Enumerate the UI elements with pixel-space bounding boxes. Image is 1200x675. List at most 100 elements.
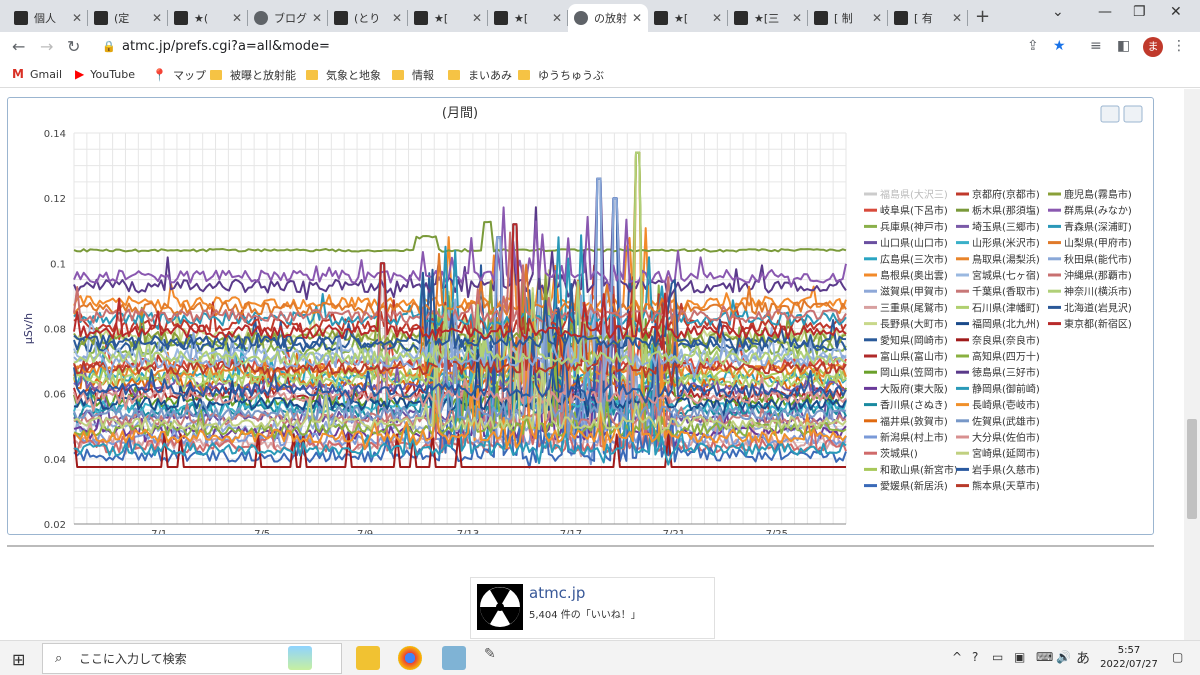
legend-entry[interactable]: 岐阜県(下呂市): [880, 204, 948, 217]
scrollbar-thumb[interactable]: [1187, 419, 1197, 519]
legend-entry[interactable]: 宮崎県(延岡市): [972, 447, 1040, 460]
legend-entry[interactable]: 福岡県(北九州): [972, 318, 1040, 331]
legend-entry[interactable]: 京都府(京都市): [972, 188, 1040, 201]
browser-tab[interactable]: 個人 ✕: [8, 4, 88, 32]
legend-entry[interactable]: 千葉県(香取市): [972, 285, 1040, 298]
bookmark-star-icon[interactable]: ★: [1053, 38, 1066, 54]
browser-tab[interactable]: (定 ✕: [88, 4, 168, 32]
keyboard-icon[interactable]: ⌨: [1036, 650, 1053, 664]
browser-tab[interactable]: ブログ ✕: [248, 4, 328, 32]
address-bar[interactable]: 🔒 atmc.jp/prefs.cgi?a=all&mode=: [92, 35, 1022, 59]
chrome-icon[interactable]: [398, 646, 422, 670]
legend-entry[interactable]: 長野県(大町市): [880, 318, 948, 331]
avatar[interactable]: ま: [1143, 37, 1163, 57]
legend-entry[interactable]: 高知県(四万十): [972, 350, 1040, 363]
legend-entry[interactable]: 岩手県(久慈市): [972, 463, 1040, 476]
legend-entry[interactable]: 島根県(奥出雲): [880, 269, 948, 282]
legend-entry[interactable]: 鹿児島(霧島市): [1064, 188, 1132, 201]
legend-entry[interactable]: 新潟県(村上市): [880, 431, 948, 444]
legend-entry[interactable]: 群馬県(みなか): [1064, 204, 1132, 217]
pen-icon[interactable]: ✎: [484, 646, 508, 670]
browser-tab[interactable]: (とり ✕: [328, 4, 408, 32]
share-icon[interactable]: ⇪: [1027, 38, 1039, 54]
ime-indicator[interactable]: あ: [1076, 648, 1090, 668]
legend-entry[interactable]: 秋田県(能代市): [1064, 253, 1132, 266]
browser-tab[interactable]: の放射 ✕: [568, 4, 648, 32]
bookmark-youtube[interactable]: ▶ YouTube: [75, 67, 135, 81]
reload-button[interactable]: ↻: [67, 37, 80, 56]
legend-entry[interactable]: 北海道(岩見沢): [1064, 301, 1132, 314]
page-scrollbar[interactable]: [1184, 89, 1200, 640]
network-icon[interactable]: ▣: [1014, 650, 1025, 664]
close-tab-icon[interactable]: ✕: [472, 11, 482, 25]
legend-entry[interactable]: 滋賀県(甲賀市): [880, 285, 948, 298]
chevron-up-icon[interactable]: ^: [952, 650, 962, 664]
browser-tab[interactable]: [ 制 ✕: [808, 4, 888, 32]
legend-entry[interactable]: 宮城県(七ヶ宿): [972, 269, 1040, 282]
legend-entry[interactable]: 東京都(新宿区): [1064, 318, 1132, 331]
browser-tab[interactable]: ★[三 ✕: [728, 4, 808, 32]
legend-entry[interactable]: 三重県(尾鷲市): [880, 301, 948, 314]
legend-entry[interactable]: 香川県(さぬき): [880, 400, 948, 412]
legend-entry[interactable]: 茨城県(): [880, 447, 918, 460]
legend-entry[interactable]: 広島県(三次市): [880, 253, 948, 266]
bookmark-folder-2[interactable]: 気象と地象: [306, 67, 381, 83]
windows-start-icon[interactable]: ⊞: [12, 650, 25, 669]
menu-icon[interactable]: ⋮: [1172, 38, 1186, 54]
legend-entry[interactable]: 愛知県(岡崎市): [880, 334, 948, 347]
legend-entry[interactable]: 奈良県(奈良市): [972, 334, 1040, 347]
browser-tab[interactable]: ★[✕: [408, 4, 488, 32]
close-tab-icon[interactable]: ✕: [552, 11, 562, 25]
side-panel-icon[interactable]: ◧: [1117, 38, 1130, 54]
close-tab-icon[interactable]: ✕: [72, 11, 82, 25]
minimize-button[interactable]: —: [1098, 4, 1112, 20]
legend-entry[interactable]: 富山県(富山市): [880, 350, 948, 363]
back-button[interactable]: ←: [12, 37, 25, 56]
close-window-button[interactable]: ✕: [1170, 4, 1182, 20]
weather-widget-icon[interactable]: [288, 646, 312, 670]
legend-entry[interactable]: 佐賀県(武雄市): [972, 415, 1040, 428]
close-tab-icon[interactable]: ✕: [152, 11, 162, 25]
legend-entry[interactable]: 徳島県(三好市): [972, 366, 1040, 379]
browser-tab[interactable]: ★[✕: [648, 4, 728, 32]
legend-entry[interactable]: 福島県(大沢三): [880, 188, 948, 201]
help-icon[interactable]: ?: [972, 650, 978, 664]
legend-entry[interactable]: 青森県(深浦町): [1064, 220, 1132, 233]
legend-entry[interactable]: 大分県(佐伯市): [972, 431, 1040, 444]
legend-entry[interactable]: 山形県(米沢市): [972, 237, 1040, 250]
bookmark-maps[interactable]: 📍 マップ: [152, 67, 206, 83]
legend-entry[interactable]: 兵庫県(神戸市): [880, 220, 948, 233]
bookmark-folder-1[interactable]: 被曝と放射能: [210, 67, 296, 83]
legend-entry[interactable]: 沖縄県(那覇市): [1064, 269, 1132, 282]
browser-tab[interactable]: ★[✕: [488, 4, 568, 32]
bookmark-folder-5[interactable]: ゆうちゅうぶ: [518, 67, 604, 83]
legend-entry[interactable]: 栃木県(那須塩): [972, 204, 1040, 217]
legend-entry[interactable]: 熊本県(天草市): [972, 480, 1040, 493]
legend-entry[interactable]: 山口県(山口市): [880, 237, 948, 250]
close-tab-icon[interactable]: ✕: [792, 11, 802, 25]
legend-entry[interactable]: 長崎県(壱岐市): [972, 399, 1040, 412]
bookmark-folder-4[interactable]: まいあみ: [448, 67, 512, 83]
legend-entry[interactable]: 和歌山県(新宮市): [880, 463, 958, 476]
legend-entry[interactable]: 福井県(敦賀市): [880, 415, 948, 428]
clock[interactable]: 5:57 2022/07/27: [1098, 644, 1160, 672]
notification-icon[interactable]: ▢: [1172, 650, 1183, 664]
close-tab-icon[interactable]: ✕: [952, 11, 962, 25]
app-icon[interactable]: [442, 646, 466, 670]
chevron-down-icon[interactable]: ⌄: [1052, 4, 1064, 20]
page-name[interactable]: atmc.jp: [529, 584, 585, 602]
legend-entry[interactable]: 静岡県(御前崎): [972, 382, 1040, 395]
legend-entry[interactable]: 鳥取県(湯梨浜): [972, 253, 1040, 266]
close-tab-icon[interactable]: ✕: [232, 11, 242, 25]
legend-entry[interactable]: 岡山県(笠岡市): [880, 366, 948, 379]
close-tab-icon[interactable]: ✕: [312, 11, 322, 25]
file-explorer-icon[interactable]: [356, 646, 380, 670]
speaker-icon[interactable]: 🔊: [1056, 650, 1071, 664]
close-tab-icon[interactable]: ✕: [632, 11, 642, 25]
legend-entry[interactable]: 山梨県(甲府市): [1064, 237, 1132, 250]
browser-tab[interactable]: ★(✕: [168, 4, 248, 32]
close-tab-icon[interactable]: ✕: [712, 11, 722, 25]
legend-entry[interactable]: 埼玉県(三郷市): [972, 220, 1040, 233]
legend-entry[interactable]: 神奈川(横浜市): [1064, 285, 1132, 298]
reading-list-icon[interactable]: ≡: [1090, 38, 1102, 54]
